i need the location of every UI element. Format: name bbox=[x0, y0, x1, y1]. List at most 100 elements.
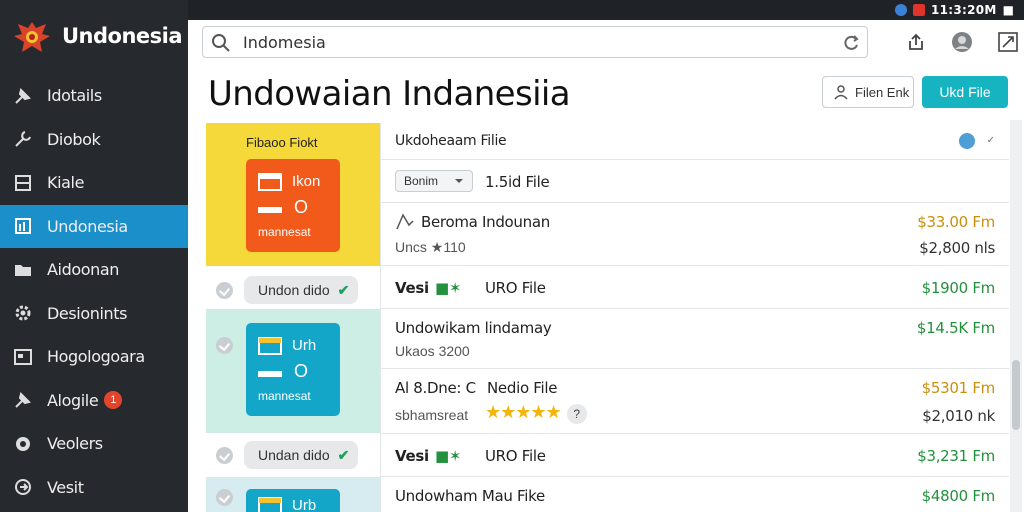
row-price: $4800 Fm bbox=[921, 487, 996, 505]
check-circle-icon[interactable] bbox=[216, 489, 233, 506]
sidebar-item-label: Kiale bbox=[47, 173, 85, 193]
row-title: Undowikam lindamay bbox=[395, 319, 552, 337]
sidebar-item-undonesia[interactable]: Undonesia bbox=[0, 204, 196, 248]
app-card-teal-3[interactable]: Urb bbox=[246, 489, 340, 512]
check-circle-icon[interactable] bbox=[216, 282, 233, 299]
share-icon[interactable] bbox=[904, 30, 928, 54]
search-icon bbox=[212, 34, 230, 52]
row-subtitle: Ukaos 3200 bbox=[395, 343, 470, 359]
star-icons: ★★★★★ bbox=[485, 402, 562, 422]
table-row[interactable]: Beroma Indounan Uncs ★110 $33.00 Fm $2,8… bbox=[381, 203, 1009, 266]
check-row: Undan dido ✔ bbox=[206, 434, 380, 477]
app-card-value: O bbox=[294, 361, 309, 381]
row-subtitle: sbhamsreat bbox=[395, 407, 469, 423]
filter-button[interactable]: Filen Enk bbox=[822, 76, 914, 108]
clock-time: 11:3:20M bbox=[930, 3, 997, 17]
sidebar-item-hogologoara[interactable]: Hogologoara bbox=[0, 335, 188, 379]
avatar[interactable] bbox=[950, 30, 974, 54]
app-card-caption: mannesat bbox=[258, 225, 311, 239]
sidebar-item-label: Undonesia bbox=[47, 216, 128, 236]
info-icon[interactable] bbox=[959, 133, 975, 149]
row-subtitle: Uncs ★110 bbox=[395, 239, 466, 255]
table-row[interactable]: Undowham Mau Fike $4800 Fm bbox=[381, 477, 1009, 512]
scrollbar-thumb[interactable] bbox=[1012, 360, 1020, 430]
sidebar-item-alogile[interactable]: Alogile 1 bbox=[0, 379, 188, 423]
search-input[interactable] bbox=[243, 32, 803, 52]
user-icon bbox=[834, 85, 848, 100]
check-circle-icon[interactable] bbox=[216, 337, 233, 354]
row-price-secondary: $2,800 nls bbox=[919, 239, 995, 257]
row-tag: Vesi bbox=[395, 447, 429, 465]
row-title: Undowham Mau Fike bbox=[395, 487, 545, 505]
help-icon[interactable]: ? bbox=[566, 404, 587, 424]
chevron-down-icon bbox=[455, 179, 463, 183]
row-label: Nedio File bbox=[487, 379, 558, 397]
sidebar-item-veolers[interactable]: Veolers bbox=[0, 422, 188, 466]
app-card-caption: mannesat bbox=[258, 389, 311, 403]
upload-file-button[interactable]: Ukd File bbox=[922, 76, 1008, 108]
pill-label: Undan dido bbox=[258, 447, 330, 463]
app-card-title: Ikon bbox=[292, 173, 321, 190]
app-card-value: O bbox=[294, 197, 309, 217]
grid-icon bbox=[12, 172, 34, 194]
tag-icons: ■✶ bbox=[435, 447, 462, 465]
tag-icons: ■✶ bbox=[435, 279, 462, 297]
app-card-teal[interactable]: Urh O mannesat bbox=[246, 323, 340, 416]
select-value: Bonim bbox=[404, 174, 439, 188]
sidebar-item-idotails[interactable]: Idotails bbox=[0, 74, 188, 118]
status-pill[interactable]: Undon dido ✔ bbox=[244, 276, 358, 304]
table-row[interactable]: Undowikam lindamay Ukaos 3200 $14.5K Fm bbox=[381, 309, 1009, 369]
page-title: Undowaian Indanesiia bbox=[208, 74, 571, 114]
star-rating[interactable]: ★★★★★? bbox=[485, 402, 587, 424]
flag-icon[interactable] bbox=[912, 4, 925, 16]
row-title: Beroma Indounan bbox=[421, 213, 550, 231]
sidebar-item-desionints[interactable]: Desionints bbox=[0, 292, 188, 336]
filter-button-label: Filen Enk bbox=[855, 84, 910, 100]
search-bar[interactable] bbox=[202, 26, 868, 58]
row-label: URO File bbox=[485, 447, 546, 465]
row-price: $3,231 Fm bbox=[917, 447, 995, 465]
sidebar-nav: Idotails Diobok Kiale Undonesia Aidoonan… bbox=[0, 74, 196, 510]
chevron-down-icon[interactable]: ✓ bbox=[987, 135, 995, 146]
pin-icon bbox=[12, 389, 34, 411]
sidebar-item-kiale[interactable]: Kiale bbox=[0, 161, 188, 205]
app-card-bar bbox=[258, 207, 282, 213]
wrench-icon bbox=[12, 128, 34, 150]
gear-icon bbox=[12, 302, 34, 324]
shield-icon[interactable] bbox=[894, 4, 907, 16]
row-tag: Vesi bbox=[395, 279, 429, 297]
type-select[interactable]: Bonim bbox=[395, 170, 473, 192]
table-row[interactable]: Vesi ■✶ URO File $3,231 Fm bbox=[381, 434, 1009, 477]
bell-icon[interactable]: ■ bbox=[1003, 3, 1014, 17]
garuda-logo-icon bbox=[14, 22, 50, 52]
sidebar-item-diobok[interactable]: Diobok bbox=[0, 118, 188, 162]
list-header: Ukdoheaam Filie ✓ bbox=[381, 123, 1009, 160]
sidebar: Undonesia Idotails Diobok Kiale Undonesi… bbox=[0, 0, 196, 512]
sidebar-item-label: Veolers bbox=[47, 434, 103, 454]
check-circle-icon[interactable] bbox=[216, 447, 233, 464]
sidebar-item-label: Desionints bbox=[47, 303, 128, 323]
sidebar-item-label: Hogologoara bbox=[47, 347, 145, 367]
status-pill[interactable]: Undan dido ✔ bbox=[244, 441, 358, 469]
system-tray: 11:3:20M ■ bbox=[894, 2, 1014, 18]
sidebar-item-label: Vesit bbox=[47, 477, 84, 497]
scrollbar-track[interactable] bbox=[1010, 120, 1022, 512]
header-icons bbox=[904, 30, 1020, 54]
pin-icon bbox=[12, 85, 34, 107]
refresh-icon[interactable] bbox=[841, 33, 861, 53]
filter-row: Bonim 1.5id File bbox=[381, 160, 1009, 203]
sidebar-item-label: Diobok bbox=[47, 129, 101, 149]
sidebar-item-vesit[interactable]: Vesit bbox=[0, 466, 188, 510]
app-card-title: Urb bbox=[292, 497, 317, 512]
export-icon bbox=[12, 476, 34, 498]
table-row[interactable]: Vesi ■✶ URO File $1900 Fm bbox=[381, 266, 1009, 309]
window-icon bbox=[258, 337, 282, 355]
brand[interactable]: Undonesia bbox=[10, 18, 183, 58]
expand-icon[interactable] bbox=[996, 30, 1020, 54]
row-price: $33.00 Fm bbox=[917, 213, 995, 231]
table-row[interactable]: Al 8.Dne: C Nedio File sbhamsreat ★★★★★?… bbox=[381, 369, 1009, 434]
app-card-orange[interactable]: Ikon O mannesat bbox=[246, 159, 340, 252]
sidebar-item-aidoonan[interactable]: Aidoonan bbox=[0, 248, 188, 292]
row-price-secondary: $2,010 nk bbox=[922, 407, 995, 425]
window-icon bbox=[258, 173, 282, 191]
